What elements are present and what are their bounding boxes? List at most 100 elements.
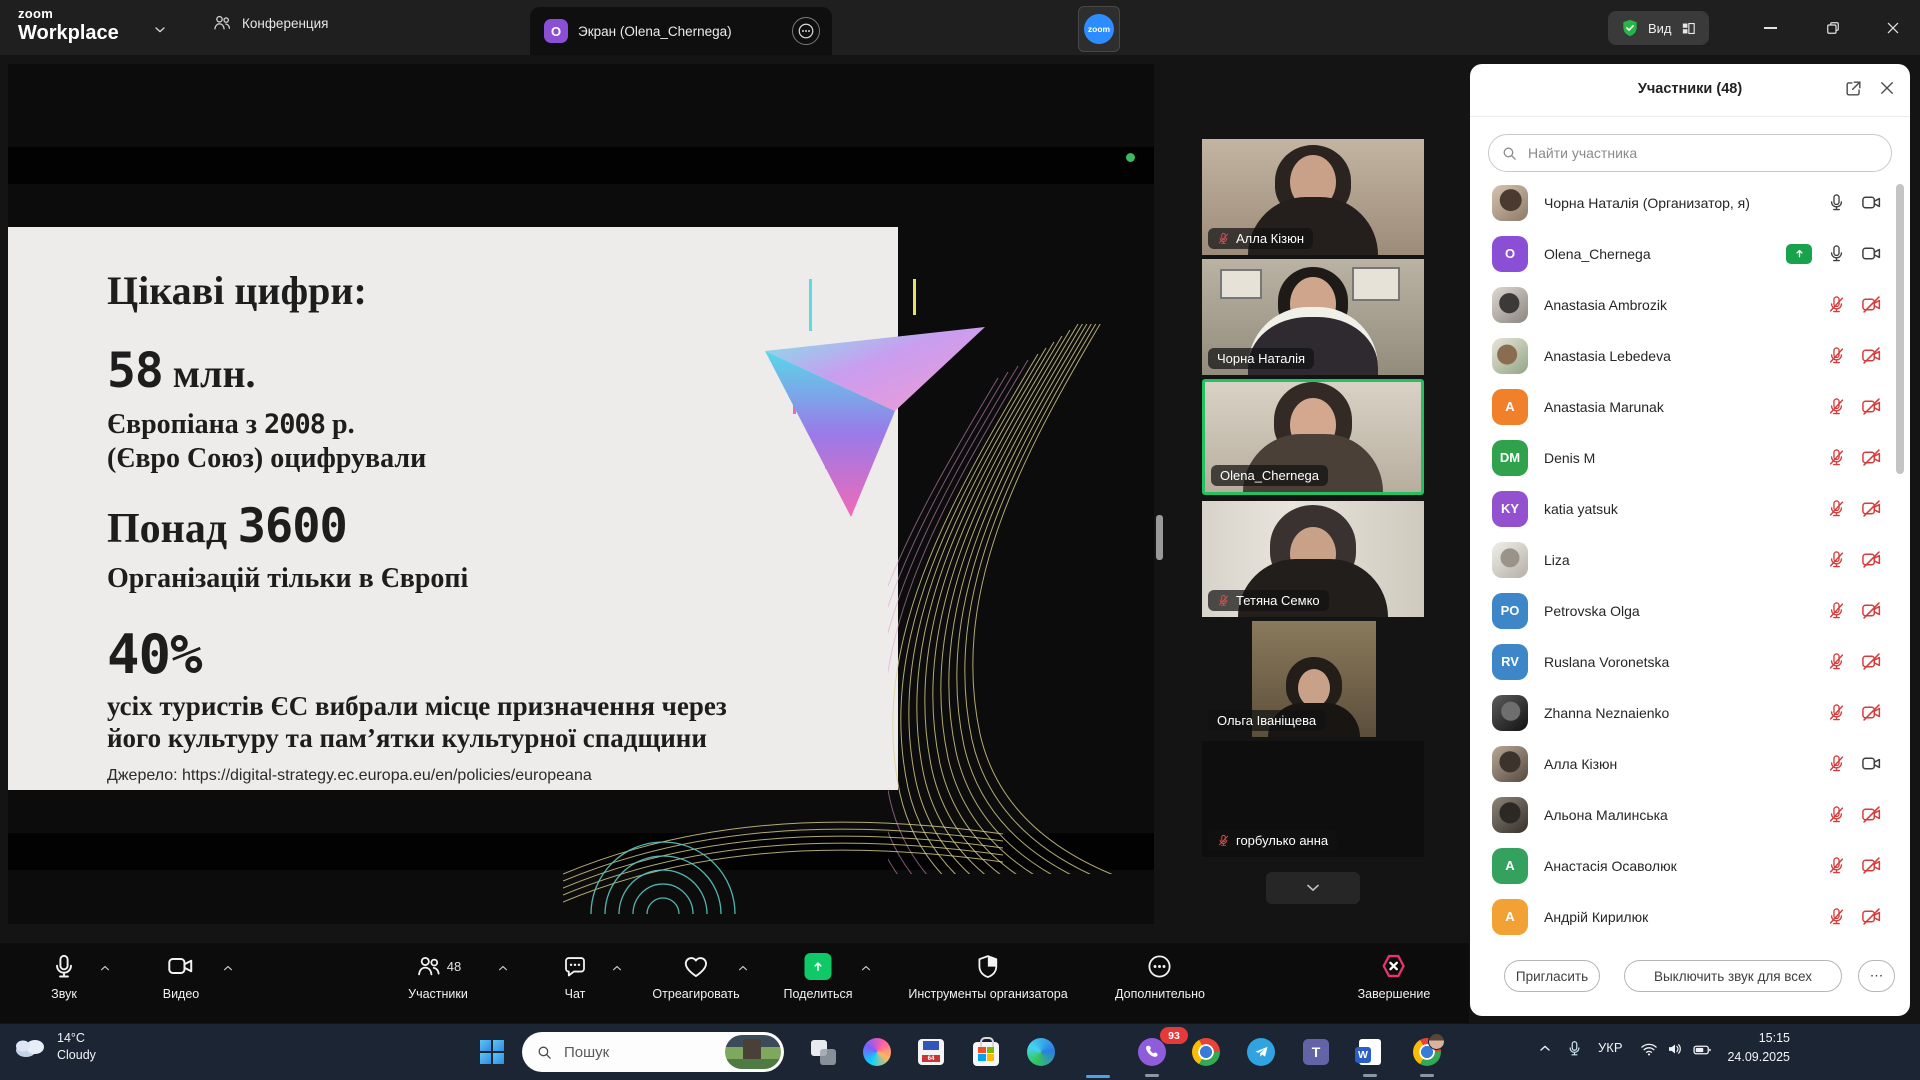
audio-options-chevron[interactable] (98, 961, 112, 975)
mic-off-icon (1827, 295, 1846, 314)
camera-off-icon (1861, 549, 1882, 570)
share-options-chevron[interactable] (859, 961, 873, 975)
tray-wifi-icon[interactable] (1640, 1040, 1658, 1058)
invite-button[interactable]: Пригласить (1504, 960, 1600, 992)
tray-volume-icon[interactable] (1666, 1040, 1684, 1058)
participant-row[interactable]: Zhanna Neznaienko (1470, 687, 1910, 738)
thumbnail-name-label: Ольга Іваніщева (1208, 710, 1325, 731)
panel-header: Участники (48) (1470, 64, 1910, 117)
avatar: DM (1492, 440, 1528, 476)
participant-row[interactable]: A Anastasia Marunak (1470, 381, 1910, 432)
participant-name: Denis M (1544, 450, 1595, 466)
tab-options-button[interactable] (792, 17, 820, 45)
shield-icon (974, 953, 1001, 980)
restore-button[interactable] (1818, 14, 1848, 42)
video-button[interactable]: Видео (163, 952, 200, 1001)
video-options-chevron[interactable] (221, 961, 235, 975)
taskbar-weather-widget[interactable]: 14°CCloudy (12, 1030, 96, 1064)
participants-scrollbar[interactable] (1896, 184, 1904, 474)
view-button[interactable]: Вид (1608, 11, 1709, 45)
react-button[interactable]: Отреагировать (652, 952, 739, 1001)
participant-search-input[interactable] (1526, 144, 1879, 162)
telegram-icon[interactable] (1245, 1036, 1277, 1068)
panel-close-icon[interactable] (1878, 79, 1896, 97)
participant-row[interactable]: Anastasia Ambrozik (1470, 279, 1910, 330)
close-button[interactable] (1878, 14, 1908, 42)
end-meeting-button[interactable]: Завершение (1358, 952, 1431, 1001)
video-thumbnail-camera-off[interactable]: горбулько анна (1202, 741, 1424, 857)
tray-mic-icon[interactable] (1566, 1040, 1583, 1057)
audio-button[interactable]: Звук (51, 952, 78, 1001)
popout-icon[interactable] (1844, 79, 1863, 98)
teams-icon[interactable]: T (1300, 1036, 1332, 1068)
participant-list: Чорна Наталія (Организатор, я) O Olena_C… (1470, 177, 1910, 942)
word-icon[interactable]: W (1354, 1036, 1386, 1068)
tray-clock[interactable]: 15:15 24.09.2025 (1727, 1029, 1790, 1067)
logo-workplace: Workplace (18, 23, 119, 43)
react-options-chevron[interactable] (736, 961, 750, 975)
chrome-profile-icon[interactable] (1411, 1036, 1443, 1068)
participant-row[interactable]: KY katia yatsuk (1470, 483, 1910, 534)
slide-stat3-line2: його культуру та пам’ятки культурної спа… (107, 723, 707, 754)
layout-icon (1680, 20, 1697, 37)
workspace-chevron-down-icon[interactable] (152, 22, 168, 38)
video-thumbnail[interactable]: Алла Кізюн (1202, 139, 1424, 255)
taskbar-search-input[interactable] (562, 1043, 696, 1062)
minimize-button[interactable] (1755, 14, 1785, 42)
video-thumbnail[interactable]: Тетяна Семко (1202, 501, 1424, 617)
participant-row[interactable]: RV Ruslana Voronetska (1470, 636, 1910, 687)
participant-search[interactable] (1488, 134, 1892, 172)
shared-screen-scrollbar[interactable] (1156, 515, 1163, 560)
zoom-app-icon-active[interactable]: zoom (1078, 6, 1120, 52)
tab-meeting-label: Конференция (242, 16, 329, 31)
participant-row[interactable]: Anastasia Lebedeva (1470, 330, 1910, 381)
mic-off-icon (1827, 652, 1846, 671)
tray-battery-icon[interactable] (1692, 1040, 1712, 1060)
chrome-icon[interactable] (1190, 1036, 1222, 1068)
tab-meeting[interactable]: Конференция (212, 13, 329, 33)
participant-row[interactable]: Альона Малинська (1470, 789, 1910, 840)
wave-decoration-bottom (563, 764, 1003, 914)
participant-row[interactable]: Чорна Наталія (Организатор, я) (1470, 177, 1910, 228)
tray-expand-chevron[interactable] (1537, 1040, 1553, 1056)
task-view-icon[interactable] (807, 1036, 839, 1068)
host-tools-button[interactable]: Инструменты организатора (908, 952, 1067, 1001)
participants-options-chevron[interactable] (496, 961, 510, 975)
video-thumbnail[interactable]: Ольга Іваніщева (1202, 621, 1424, 737)
start-button[interactable] (476, 1036, 508, 1068)
participant-row[interactable]: Liza (1470, 534, 1910, 585)
copilot-icon[interactable] (861, 1036, 893, 1068)
participants-button[interactable]: 48 Участники (408, 952, 468, 1001)
commander-app-icon[interactable]: 64 (915, 1036, 947, 1068)
participant-row[interactable]: O Olena_Chernega (1470, 228, 1910, 279)
word-letter: W (1355, 1047, 1371, 1063)
mute-all-button[interactable]: Выключить звук для всех (1624, 960, 1842, 992)
view-label: Вид (1648, 21, 1672, 36)
edge-icon[interactable] (1025, 1036, 1057, 1068)
participant-row[interactable]: Алла Кізюн (1470, 738, 1910, 789)
zoom-logo: zoom (1084, 14, 1114, 44)
weather-desc: Cloudy (57, 1047, 96, 1064)
tray-language[interactable]: УКР (1598, 1040, 1623, 1055)
avatar: O (1492, 236, 1528, 272)
taskbar-search[interactable] (522, 1032, 784, 1072)
participant-row[interactable]: A Андрій Кирилюк (1470, 891, 1910, 942)
chat-options-chevron[interactable] (610, 961, 624, 975)
share-button[interactable]: Поделиться (783, 952, 852, 1001)
microsoft-store-icon[interactable] (970, 1036, 1002, 1068)
avatar (1492, 542, 1528, 578)
participant-row[interactable]: PO Petrovska Olga (1470, 585, 1910, 636)
tab-screen-share[interactable]: O Экран (Olena_Chernega) (530, 7, 832, 55)
chat-button[interactable]: Чат (562, 952, 589, 1001)
participant-row[interactable]: A Анастасія Осаволюк (1470, 840, 1910, 891)
video-thumbnail[interactable]: Чорна Наталія (1202, 259, 1424, 375)
video-thumbnail-active-speaker[interactable]: Olena_Chernega (1202, 379, 1424, 495)
mic-icon (51, 953, 78, 980)
more-button[interactable]: Дополнительно (1115, 952, 1205, 1001)
avatar (1492, 185, 1528, 221)
footer-more-button[interactable]: ⋯ (1858, 960, 1895, 992)
thumbnails-collapse-button[interactable] (1266, 872, 1360, 904)
participant-row[interactable]: DM Denis M (1470, 432, 1910, 483)
share-screen-icon (805, 953, 832, 980)
avatar (1492, 287, 1528, 323)
